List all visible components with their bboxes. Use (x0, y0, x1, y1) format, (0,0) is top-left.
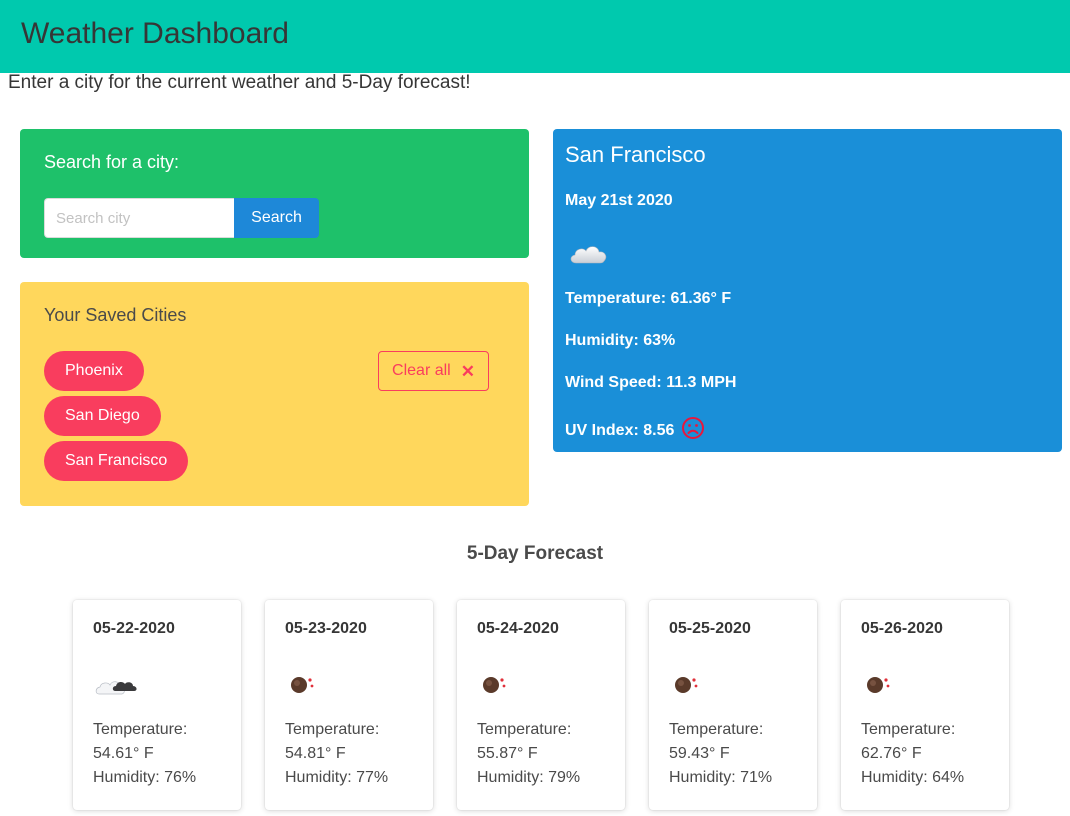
page-title: Weather Dashboard (21, 17, 289, 50)
current-temperature: Temperature: 61.36° F (565, 290, 732, 307)
saved-city-san-francisco[interactable]: San Francisco (44, 441, 189, 481)
current-date: May 21st 2020 (565, 192, 673, 209)
forecast-humidity: Humidity: 79% (477, 769, 581, 786)
forecast-card: 05-25-2020 Temperature: 59.43° F Humidit… (649, 600, 817, 810)
clear-all-button[interactable]: Clear all ✕ (378, 351, 489, 391)
forecast-temperature-label: Temperature: (285, 721, 380, 738)
forecast-card: 05-26-2020 Temperature: 62.76° F Humidit… (841, 600, 1009, 810)
search-input[interactable] (44, 198, 234, 238)
forecast-temperature: 54.81° F (285, 745, 346, 762)
forecast-date: 05-23-2020 (285, 620, 367, 637)
forecast-humidity: Humidity: 71% (669, 769, 773, 786)
saved-city-san-diego[interactable]: San Diego (44, 396, 161, 436)
forecast-date: 05-24-2020 (477, 620, 559, 637)
sad-face-icon (682, 417, 704, 439)
forecast-temperature-label: Temperature: (669, 721, 764, 738)
cloud-sun-icon (95, 681, 137, 695)
search-panel: Search for a city: Search (20, 129, 529, 258)
forecast-title: 5-Day Forecast (466, 543, 604, 564)
clear-all-label: Clear all (392, 362, 451, 379)
forecast-temperature: 62.76° F (861, 745, 922, 762)
forecast-temperature: 54.61° F (93, 745, 154, 762)
forecast-date: 05-26-2020 (861, 620, 943, 637)
page-subtitle: Enter a city for the current weather and… (8, 72, 471, 93)
rain-drop-icon (483, 677, 506, 693)
search-label: Search for a city: (44, 152, 180, 172)
close-icon: ✕ (460, 361, 475, 381)
forecast-date: 05-25-2020 (669, 620, 751, 637)
current-uv-index: UV Index: 8.56 (565, 422, 675, 439)
forecast-humidity: Humidity: 64% (861, 769, 965, 786)
current-humidity: Humidity: 63% (565, 332, 676, 349)
saved-cities-panel: Your Saved Cities Phoenix San Diego San … (20, 282, 529, 506)
current-wind-speed: Wind Speed: 11.3 MPH (565, 374, 737, 391)
rain-drop-icon (675, 677, 698, 693)
saved-city-phoenix[interactable]: Phoenix (44, 351, 144, 391)
forecast-temperature: 55.87° F (477, 745, 538, 762)
forecast-humidity: Humidity: 77% (285, 769, 389, 786)
forecast-temperature-label: Temperature: (861, 721, 956, 738)
rain-drop-icon (291, 677, 314, 693)
forecast-temperature: 59.43° F (669, 745, 730, 762)
cloud-icon (570, 246, 607, 264)
page-header: Weather Dashboard (0, 0, 1070, 73)
search-button[interactable]: Search (234, 198, 319, 238)
forecast-card: 05-24-2020 Temperature: 55.87° F Humidit… (457, 600, 625, 810)
forecast-card: 05-23-2020 Temperature: 54.81° F Humidit… (265, 600, 433, 810)
forecast-temperature-label: Temperature: (477, 721, 572, 738)
current-weather-panel: San Francisco May 21st 2020 Temperature:… (553, 129, 1062, 452)
forecast-date: 05-22-2020 (93, 620, 175, 637)
current-city-name: San Francisco (565, 142, 706, 167)
forecast-temperature-label: Temperature: (93, 721, 188, 738)
forecast-card: 05-22-2020 Temperature: 54.61° F Humidit… (73, 600, 241, 810)
saved-cities-title: Your Saved Cities (44, 305, 187, 325)
forecast-humidity: Humidity: 76% (93, 769, 197, 786)
rain-drop-icon (867, 677, 890, 693)
